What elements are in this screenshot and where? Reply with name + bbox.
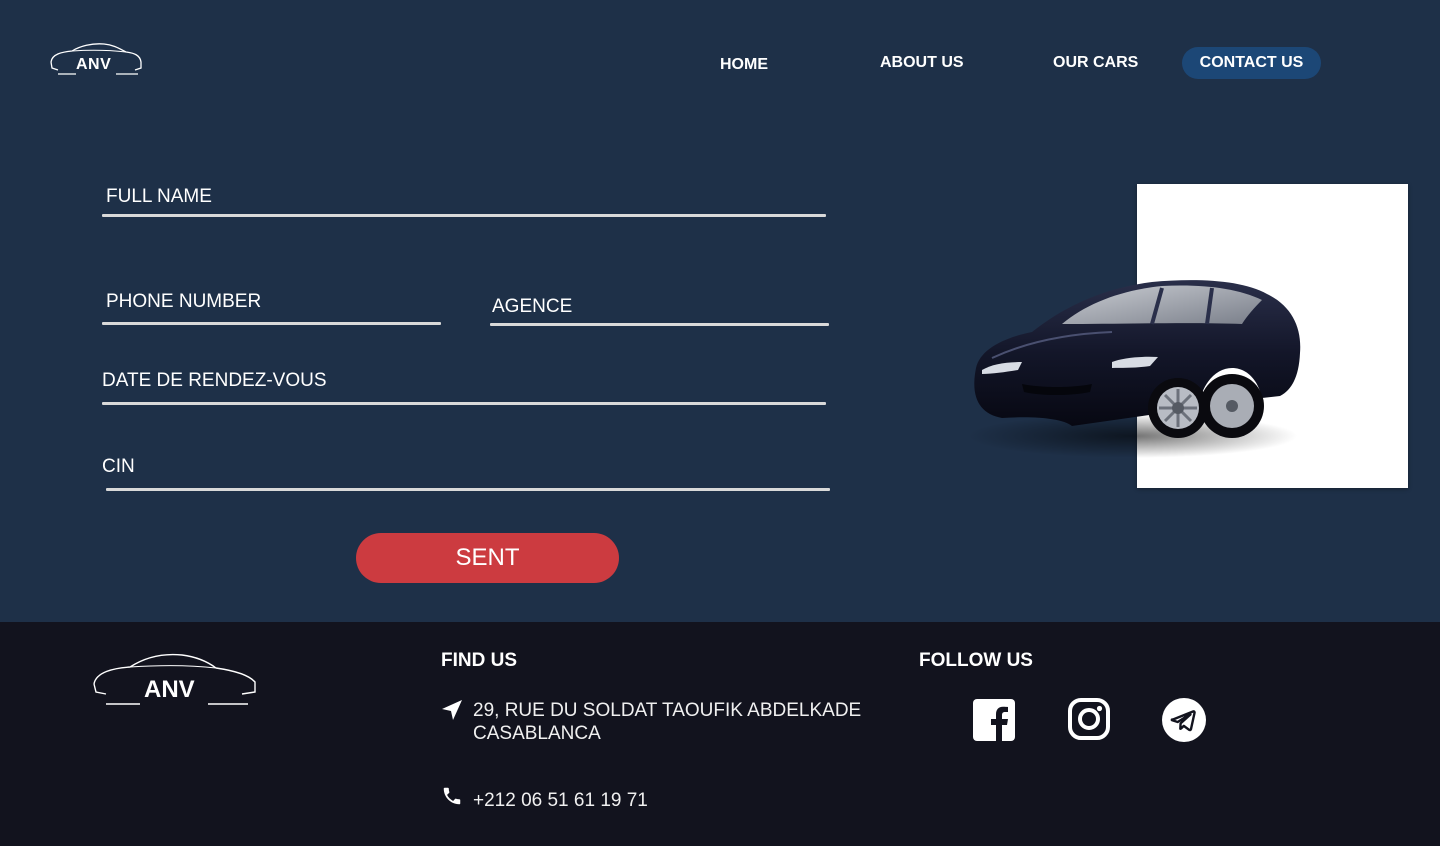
agence-field[interactable]: AGENCE [490, 294, 829, 330]
address: 29, RUE DU SOLDAT TAOUFIK ABDELKADE CASA… [473, 699, 861, 745]
main-section: ANV HOME ABOUT US OUR CARS CONTACT US FU… [0, 0, 1440, 622]
agence-underline [490, 323, 829, 326]
nav-our-cars[interactable]: OUR CARS [1053, 54, 1138, 72]
nav-about-us[interactable]: ABOUT US [880, 54, 964, 72]
date-rendez-vous-field[interactable]: DATE DE RENDEZ-VOUS [102, 369, 826, 409]
date-rendez-vous-underline [102, 402, 826, 405]
full-name-label: FULL NAME [106, 186, 212, 207]
logo-text: ANV [76, 56, 112, 73]
find-us-title: FIND US [441, 650, 517, 671]
location-arrow-icon [442, 700, 462, 720]
telegram-icon[interactable] [1162, 698, 1206, 742]
phone-number-label: PHONE NUMBER [106, 291, 262, 312]
full-name-underline [102, 214, 826, 217]
date-rendez-vous-label: DATE DE RENDEZ-VOUS [102, 370, 327, 391]
cin-underline [106, 488, 830, 491]
footer-logo-text: ANV [144, 676, 195, 703]
footer: ANV FIND US 29, RUE DU SOLDAT TAOUFIK AB… [0, 622, 1440, 846]
phone-number: +212 06 51 61 19 71 [473, 790, 648, 811]
full-name-field[interactable]: FULL NAME [102, 184, 826, 220]
footer-logo[interactable]: ANV [90, 650, 260, 710]
agence-label: AGENCE [492, 296, 573, 317]
facebook-icon[interactable] [972, 698, 1016, 742]
phone-icon [443, 787, 461, 805]
phone-number-field[interactable]: PHONE NUMBER [102, 290, 441, 330]
follow-us-title: FOLLOW US [919, 650, 1033, 671]
phone-number-underline [102, 322, 441, 325]
car-image [967, 280, 1301, 458]
header-logo[interactable]: ANV [48, 40, 144, 80]
sent-button[interactable]: SENT [356, 533, 619, 583]
cin-field[interactable]: CIN [102, 455, 830, 495]
address-line-2: CASABLANCA [473, 723, 601, 744]
cin-label: CIN [102, 456, 135, 477]
address-line-1: 29, RUE DU SOLDAT TAOUFIK ABDELKADE [473, 700, 862, 721]
nav-home[interactable]: HOME [720, 56, 768, 74]
instagram-icon[interactable] [1067, 697, 1111, 741]
nav-contact-us[interactable]: CONTACT US [1182, 47, 1321, 79]
